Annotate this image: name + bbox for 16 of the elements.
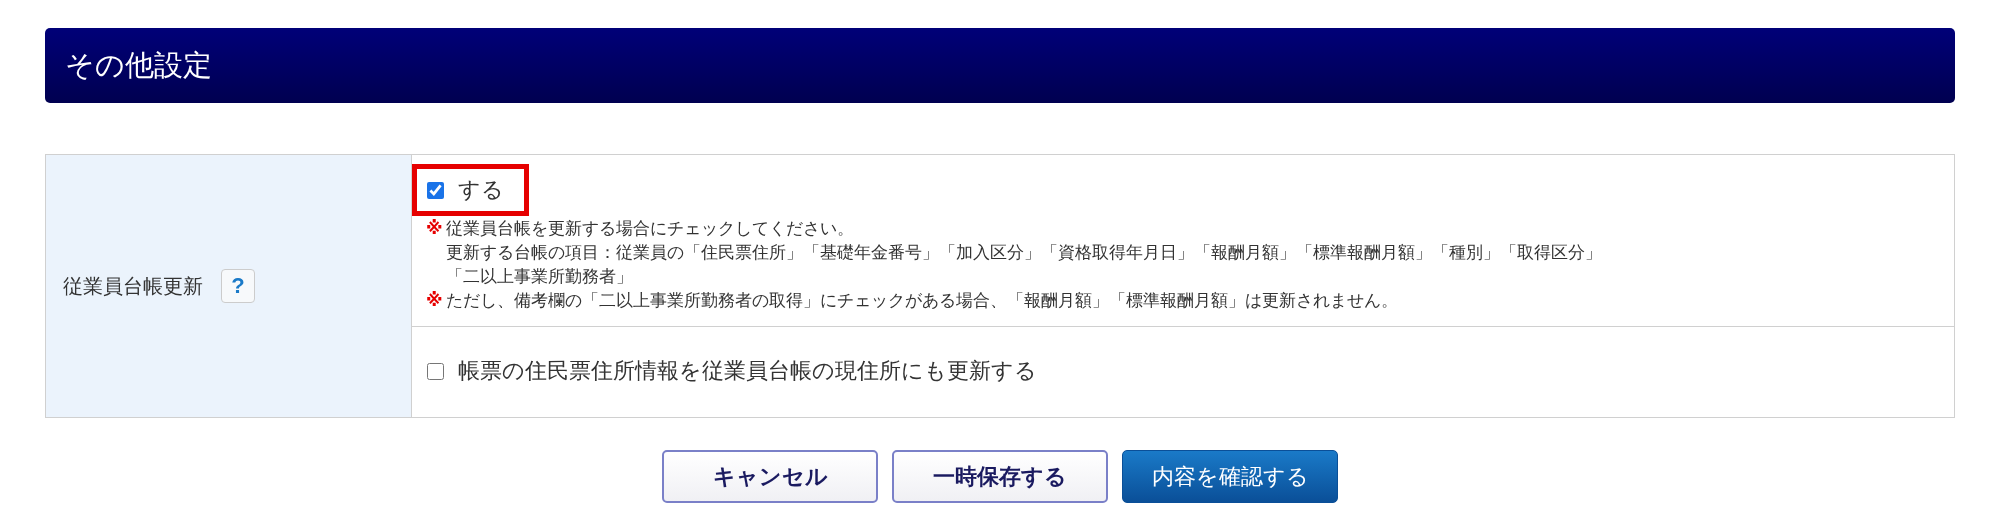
- option-label: する: [458, 176, 504, 204]
- action-button[interactable]: キャンセル: [662, 450, 878, 503]
- checkbox[interactable]: [427, 181, 444, 199]
- note-mark: ※: [426, 289, 444, 312]
- option-label: 帳票の住民票住所情報を従業員台帳の現住所にも更新する: [458, 357, 1037, 385]
- note-text: 「二以上事業所勤務者」: [445, 265, 633, 288]
- checkbox[interactable]: [427, 362, 444, 380]
- note-mark: ※: [426, 217, 444, 240]
- section-title: その他設定: [65, 46, 212, 84]
- setting-label: 従業員台帳更新: [63, 272, 203, 300]
- note-text: ただし、備考欄の「二以上事業所勤務者の取得」にチェックがある場合、「報酬月額」「標準報酬月額」は更新されません。: [446, 289, 1398, 312]
- note-text: 従業員台帳を更新する場合にチェックしてください。: [446, 217, 854, 240]
- action-button[interactable]: 内容を確認する: [1122, 450, 1338, 503]
- help-button[interactable]: ?: [221, 269, 255, 303]
- note-text: 更新する台帳の項目：従業員の「住民票住所」「基礎年金番号」「加入区分」「資格取得年月日」「報酬月額」「標準報酬月額」「種別」「取得区分」: [445, 241, 1602, 264]
- action-button[interactable]: 一時保存する: [892, 450, 1108, 503]
